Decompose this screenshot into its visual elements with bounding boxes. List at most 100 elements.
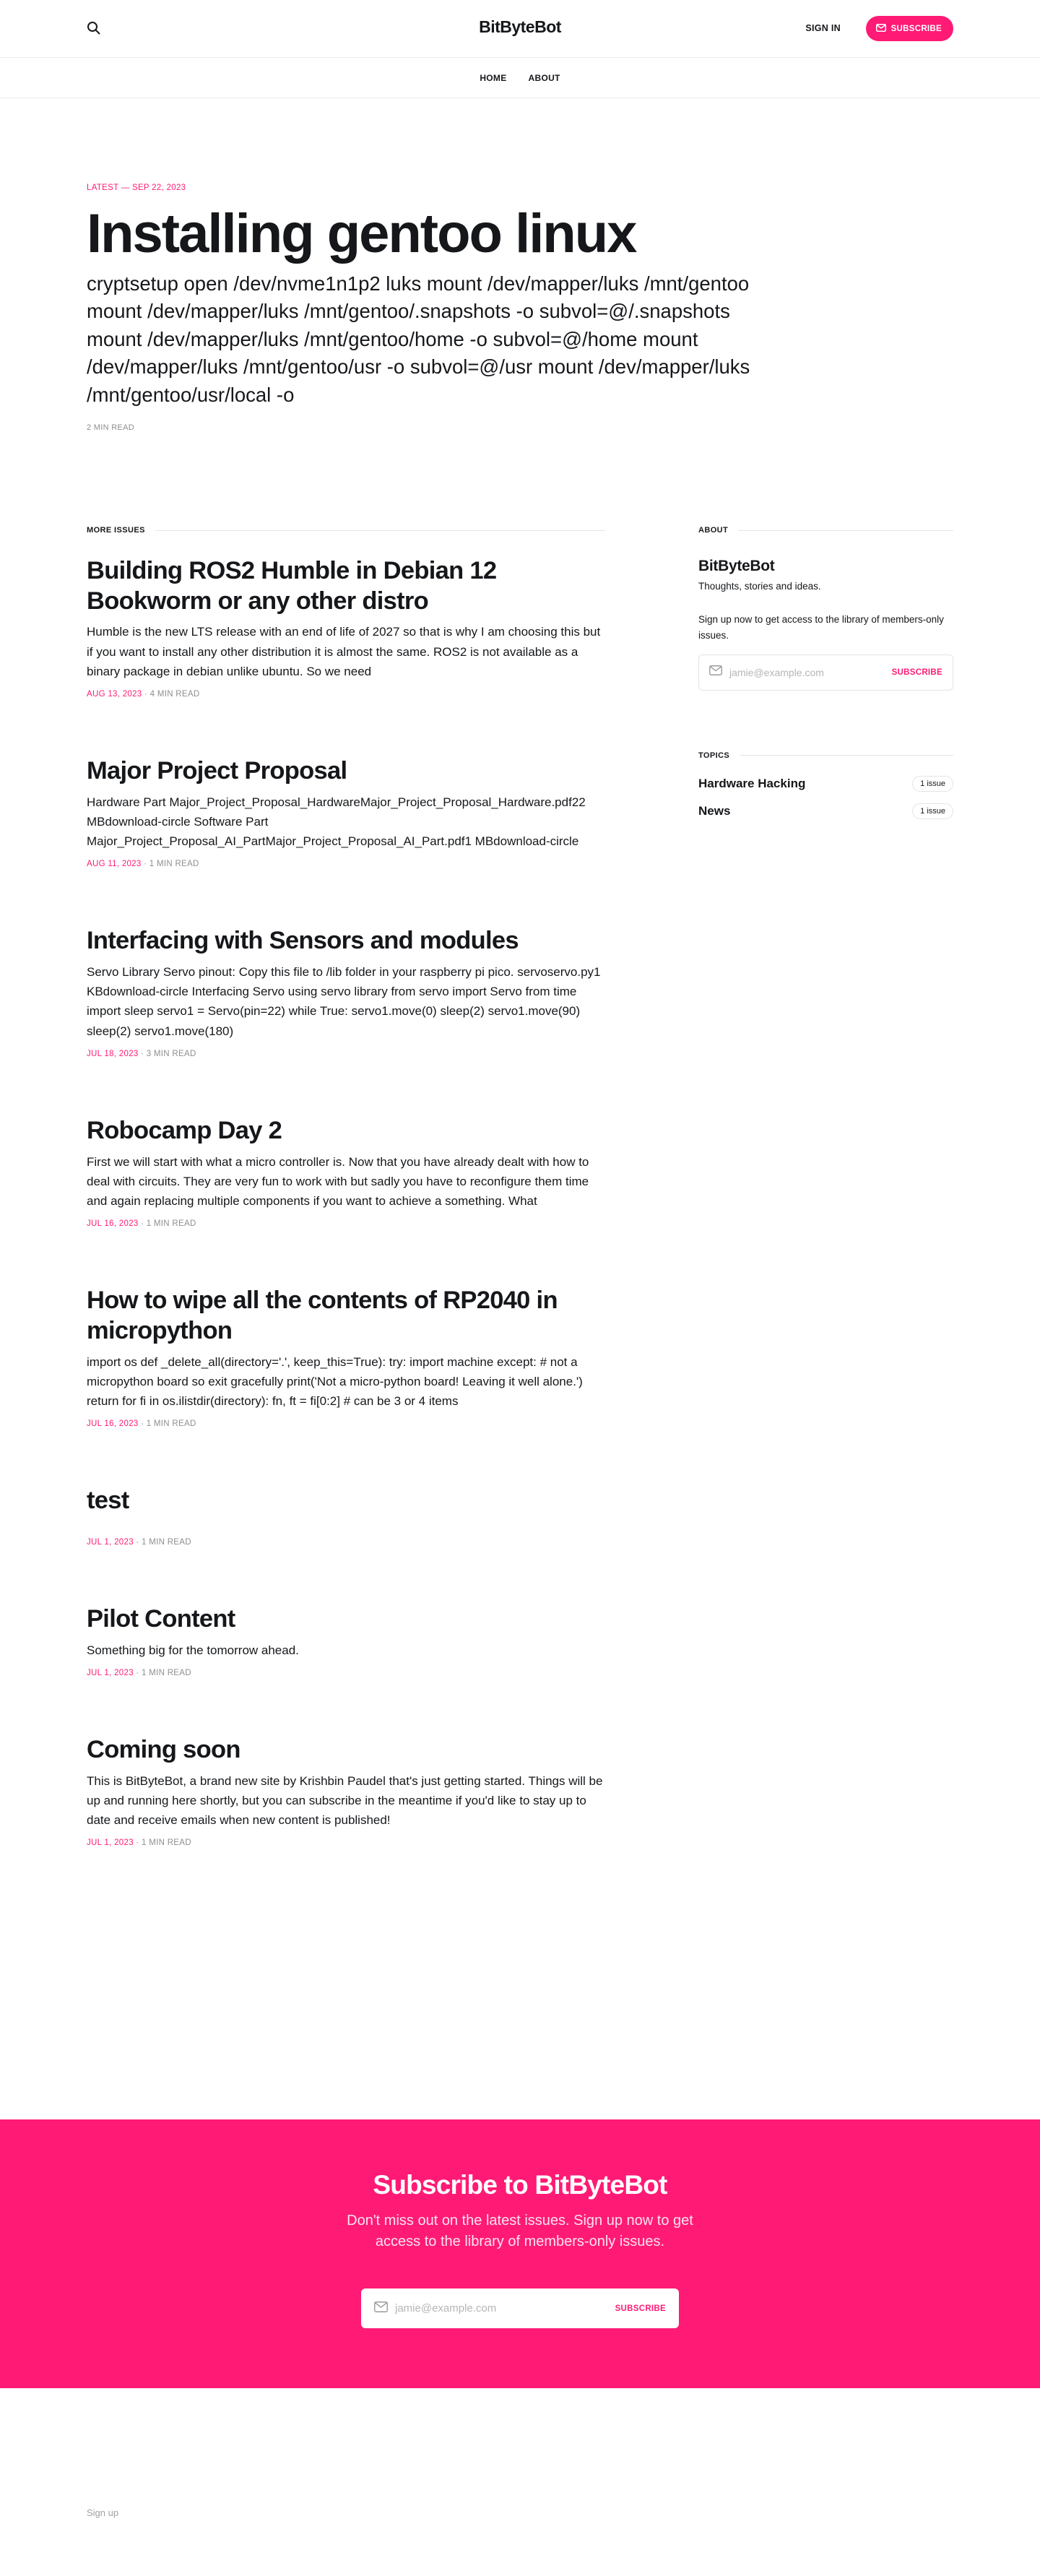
post-title[interactable]: Building ROS2 Humble in Debian 12 Bookwo… xyxy=(87,556,605,616)
featured-post-excerpt: cryptsetup open /dev/nvme1n1p2 luks moun… xyxy=(87,272,750,406)
post-meta: JUL 1, 2023 · 1 MIN READ xyxy=(87,1838,605,1847)
post-meta: JUL 18, 2023 · 3 MIN READ xyxy=(87,1050,605,1058)
sign-in-link[interactable]: SIGN IN xyxy=(805,23,841,33)
post-card: Robocamp Day 2 First we will start with … xyxy=(87,1116,605,1228)
post-card: Coming soon This is BitByteBot, a brand … xyxy=(87,1735,605,1847)
nav-item-about[interactable]: ABOUT xyxy=(529,73,560,83)
featured-post: LATEST — SEP 22, 2023 Installing gentoo … xyxy=(87,183,766,432)
subscribe-cta-section: Subscribe to BitByteBot Don't miss out o… xyxy=(0,2119,1040,2388)
sidebar-cta: Sign up now to get access to the library… xyxy=(698,614,944,641)
meta-separator: · xyxy=(144,860,147,869)
meta-separator: · xyxy=(141,1049,144,1058)
post-date: JUL 16, 2023 xyxy=(87,1419,139,1429)
post-excerpt: Humble is the new LTS release with an en… xyxy=(87,625,601,678)
topic-hardware-hacking[interactable]: Hardware Hacking 1 issue xyxy=(698,775,953,792)
post-date: JUL 1, 2023 xyxy=(87,1838,134,1848)
post-date: JUL 1, 2023 xyxy=(87,1537,134,1547)
featured-post-title[interactable]: Installing gentoo linux xyxy=(87,204,766,264)
site-title[interactable]: BitByteBot xyxy=(479,17,561,36)
post-title[interactable]: Robocamp Day 2 xyxy=(87,1116,605,1146)
main-nav: HOME ABOUT xyxy=(0,58,1040,98)
post-excerpt: Hardware Part Major_Project_Proposal_Har… xyxy=(87,795,586,849)
topic-name: News xyxy=(698,803,731,818)
meta-separator: · xyxy=(141,1219,144,1229)
topic-count-badge: 1 issue xyxy=(912,803,953,819)
meta-separator: · xyxy=(136,1537,139,1547)
topic-name: Hardware Hacking xyxy=(698,776,806,790)
post-card: Major Project Proposal Hardware Part Maj… xyxy=(87,756,605,868)
about-heading: ABOUT xyxy=(698,526,729,535)
topics-heading: TOPICS xyxy=(698,751,730,760)
post-read-time: 3 MIN READ xyxy=(146,1049,196,1058)
post-excerpt: Servo Library Servo pinout: Copy this fi… xyxy=(87,965,601,1038)
subscribe-cta-button[interactable]: SUBSCRIBE xyxy=(615,2304,666,2313)
post-card: Building ROS2 Humble in Debian 12 Bookwo… xyxy=(87,556,605,699)
post-card: test JUL 1, 2023 · 1 MIN READ xyxy=(87,1486,605,1547)
post-excerpt: First we will start with what a micro co… xyxy=(87,1154,589,1208)
subscribe-button[interactable]: SUBSCRIBE xyxy=(865,16,953,41)
site-header: BitByteBot SIGN IN SUBSCRIBE xyxy=(0,0,1040,58)
featured-post-read-time: 2 MIN READ xyxy=(87,423,134,433)
post-card: Interfacing with Sensors and modules Ser… xyxy=(87,926,605,1058)
post-title[interactable]: Coming soon xyxy=(87,1735,605,1765)
footer-signup-link[interactable]: Sign up xyxy=(87,2507,118,2518)
post-date: JUL 1, 2023 xyxy=(87,1668,134,1677)
post-card: How to wipe all the contents of RP2040 i… xyxy=(87,1286,605,1428)
post-date: JUL 18, 2023 xyxy=(87,1049,139,1058)
sidebar-subscribe-button[interactable]: SUBSCRIBE xyxy=(892,668,942,677)
subscribe-cta-title: Subscribe to BitByteBot xyxy=(373,2170,667,2200)
post-excerpt: This is BitByteBot, a brand new site by … xyxy=(87,1773,603,1827)
post-title[interactable]: How to wipe all the contents of RP2040 i… xyxy=(87,1286,605,1346)
sidebar-email-input[interactable]: jamie@example.com xyxy=(729,667,892,678)
post-title[interactable]: Interfacing with Sensors and modules xyxy=(87,926,605,956)
post-date: JUL 16, 2023 xyxy=(87,1219,139,1229)
mail-icon xyxy=(875,23,886,34)
post-title[interactable]: Pilot Content xyxy=(87,1604,605,1635)
meta-separator: · xyxy=(144,690,148,699)
meta-separator: · xyxy=(136,1838,139,1848)
meta-separator: · xyxy=(136,1668,139,1677)
page: BitByteBot SIGN IN SUBSCRIBE HOME ABOUT … xyxy=(0,0,1040,2576)
featured-label: LATEST — SEP 22, 2023 xyxy=(87,183,186,192)
post-card: Pilot Content Something big for the tomo… xyxy=(87,1604,605,1677)
post-read-time: 4 MIN READ xyxy=(150,690,200,699)
post-meta: AUG 13, 2023 · 4 MIN READ xyxy=(87,690,605,699)
post-meta: AUG 11, 2023 · 1 MIN READ xyxy=(87,860,605,868)
post-read-time: 1 MIN READ xyxy=(142,1838,191,1848)
post-feed: MORE ISSUES Building ROS2 Humble in Debi… xyxy=(87,526,605,1847)
post-meta: JUL 1, 2023 · 1 MIN READ xyxy=(87,1669,605,1677)
mail-icon xyxy=(374,2301,388,2316)
post-meta: JUL 1, 2023 · 1 MIN READ xyxy=(87,1538,605,1547)
post-date: AUG 13, 2023 xyxy=(87,690,142,699)
more-issues-header: MORE ISSUES xyxy=(87,526,605,535)
divider xyxy=(740,755,953,756)
post-title[interactable]: test xyxy=(87,1486,605,1516)
post-read-time: 1 MIN READ xyxy=(149,860,199,869)
mail-icon xyxy=(709,665,722,679)
post-title[interactable]: Major Project Proposal xyxy=(87,756,605,787)
topic-news[interactable]: News 1 issue xyxy=(698,803,953,819)
post-read-time: 1 MIN READ xyxy=(146,1419,196,1429)
meta-separator: · xyxy=(141,1419,144,1429)
post-read-time: 1 MIN READ xyxy=(146,1219,196,1229)
sidebar-site-title: BitByteBot xyxy=(698,558,775,574)
nav-item-home[interactable]: HOME xyxy=(480,73,506,83)
topics-header: TOPICS xyxy=(698,751,953,760)
subscribe-cta-description: Don't miss out on the latest issues. Sig… xyxy=(347,2213,693,2249)
sidebar-description: Thoughts, stories and ideas. xyxy=(698,581,821,592)
subscribe-cta-email-input[interactable]: jamie@example.com xyxy=(395,2302,615,2314)
post-read-time: 1 MIN READ xyxy=(142,1537,191,1547)
divider xyxy=(155,530,605,531)
post-meta: JUL 16, 2023 · 1 MIN READ xyxy=(87,1219,605,1228)
post-read-time: 1 MIN READ xyxy=(142,1668,191,1677)
subscribe-cta-form: jamie@example.com SUBSCRIBE xyxy=(361,2288,679,2328)
post-date: AUG 11, 2023 xyxy=(87,860,142,869)
subscribe-button-label: SUBSCRIBE xyxy=(890,24,942,33)
about-header: ABOUT xyxy=(698,526,953,535)
post-excerpt: import os def _delete_all(directory='.',… xyxy=(87,1354,583,1408)
post-excerpt: Something big for the tomorrow ahead. xyxy=(87,1643,299,1657)
divider xyxy=(738,530,953,531)
more-issues-heading: MORE ISSUES xyxy=(87,526,145,535)
sidebar-subscribe-form: jamie@example.com SUBSCRIBE xyxy=(698,654,953,691)
topic-count-badge: 1 issue xyxy=(912,775,953,792)
